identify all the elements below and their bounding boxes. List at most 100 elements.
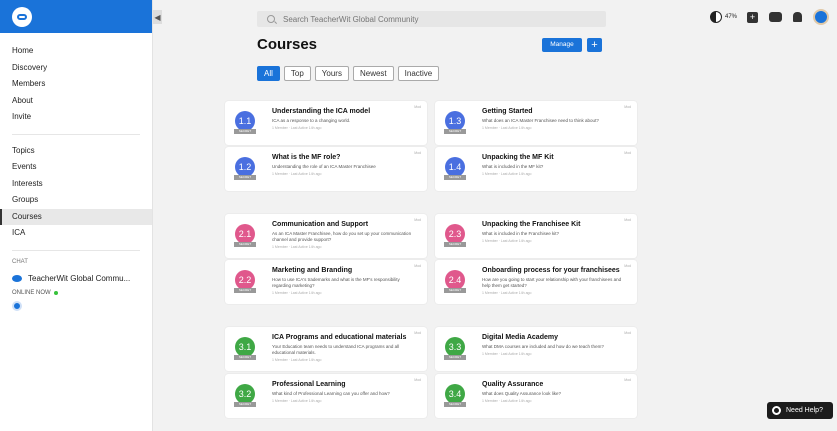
need-help-label: Need Help?: [786, 407, 823, 414]
secret-label: SECRET: [444, 242, 466, 247]
course-card[interactable]: 3.2 SECRET Mod Professional Learning What ki…: [225, 374, 427, 418]
chat-item-label: TeacherWit Global Commu...: [28, 273, 131, 283]
course-card[interactable]: 2.4 SECRET Mod Onboarding process for your …: [435, 260, 637, 304]
course-title[interactable]: Getting Started: [482, 108, 627, 115]
filter-yours[interactable]: Yours: [314, 66, 349, 81]
contrast-percent: 47%: [724, 14, 737, 20]
course-title[interactable]: What is the MF role?: [272, 154, 417, 161]
course-description: ICA as a response to a changing world.: [272, 118, 351, 123]
filter-top[interactable]: Top: [283, 66, 311, 81]
course-description: How to use ICA's trademarks and what is …: [272, 277, 400, 288]
course-meta: 1 Member · Last Active 14h ago: [482, 239, 532, 243]
secret-label: SECRET: [234, 242, 256, 247]
course-title[interactable]: Quality Assurance: [482, 381, 627, 388]
sidebar-item-invite[interactable]: Invite: [0, 109, 152, 126]
divider: [12, 249, 140, 251]
sidebar-item-home[interactable]: Home: [0, 43, 152, 60]
course-card[interactable]: 1.2 SECRET Mod What is the MF role? Understa…: [225, 147, 427, 191]
course-title[interactable]: Unpacking the MF Kit: [482, 154, 627, 161]
course-description: What does Quality Assurance look like?: [482, 391, 562, 396]
need-help-button[interactable]: Need Help?: [767, 402, 833, 419]
chat-item[interactable]: TeacherWit Global Commu...: [0, 274, 152, 283]
community-logo-icon[interactable]: [12, 6, 32, 27]
sidebar-nav-secondary: Topics Events Interests Groups Courses ICA: [0, 143, 152, 242]
course-card[interactable]: 1.3 SECRET Mod Getting Started What does an …: [435, 101, 637, 145]
search-input[interactable]: [283, 14, 583, 24]
collapse-sidebar-button[interactable]: ◀: [153, 10, 162, 24]
search-icon: [267, 15, 275, 23]
course-description: Understanding the role of an ICA Master …: [272, 164, 376, 169]
sidebar-item-about[interactable]: About: [0, 93, 152, 110]
course-number-badge: 3.1: [235, 337, 255, 357]
sidebar: Home Discovery Members About Invite Topics Ev…: [0, 0, 153, 431]
filter-newest[interactable]: Newest: [352, 66, 394, 81]
chat-heading: CHAT: [12, 258, 28, 265]
course-title[interactable]: Marketing and Branding: [272, 267, 417, 274]
course-card[interactable]: 2.3 SECRET Mod Unpacking the Franchisee Kit…: [435, 214, 637, 258]
online-now: ONLINE NOW: [0, 290, 152, 296]
messages-icon[interactable]: [769, 12, 782, 22]
secret-label: SECRET: [234, 175, 256, 180]
course-title[interactable]: Communication and Support: [272, 221, 417, 228]
course-description: Your Education team needs to understand …: [272, 344, 400, 355]
course-title[interactable]: Professional Learning: [272, 381, 417, 388]
course-description: What is included in the MF kit?: [482, 164, 544, 169]
course-card[interactable]: 3.4 SECRET Mod Quality Assurance What does Q…: [435, 374, 637, 418]
secret-label: SECRET: [234, 288, 256, 293]
course-description: What DMA courses are included and how do…: [482, 344, 604, 349]
add-icon[interactable]: +: [747, 11, 758, 23]
sidebar-item-groups[interactable]: Groups: [0, 192, 152, 209]
sidebar-item-topics[interactable]: Topics: [0, 143, 152, 160]
course-title[interactable]: Understanding the ICA model: [272, 108, 417, 115]
course-description: What does an ICA Master Franchisee need …: [482, 118, 599, 123]
course-number-badge: 3.3: [445, 337, 465, 357]
topbar-actions: 47% +: [709, 9, 829, 25]
sidebar-nav: Home Discovery Members About Invite: [0, 33, 152, 126]
course-meta: 1 Member · Last Active 14h ago: [482, 291, 532, 295]
app-root: Home Discovery Members About Invite Topics Ev…: [0, 0, 837, 431]
course-meta: 1 Member · Last Active 14h ago: [482, 172, 532, 176]
course-card[interactable]: 2.1 SECRET Mod Communication and Support As …: [225, 214, 427, 258]
lifebuoy-icon: [772, 406, 781, 415]
secret-label: SECRET: [234, 402, 256, 407]
community-chat-icon: [12, 274, 22, 282]
add-course-button[interactable]: +: [587, 38, 602, 52]
secret-label: SECRET: [234, 129, 256, 134]
search-bar[interactable]: [257, 11, 606, 27]
sidebar-item-courses[interactable]: Courses: [0, 208, 152, 225]
bell-icon[interactable]: [793, 12, 802, 22]
sidebar-item-discovery[interactable]: Discovery: [0, 60, 152, 77]
course-title[interactable]: Unpacking the Franchisee Kit: [482, 221, 627, 228]
secret-label: SECRET: [444, 288, 466, 293]
course-card[interactable]: 3.1 SECRET Mod ICA Programs and educational…: [225, 327, 427, 371]
course-card[interactable]: 1.1 SECRET Mod Understanding the ICA model I…: [225, 101, 427, 145]
sidebar-item-events[interactable]: Events: [0, 159, 152, 176]
course-number-badge: 1.1: [235, 111, 255, 131]
course-card[interactable]: 1.4 SECRET Mod Unpacking the MF Kit What is …: [435, 147, 637, 191]
course-title[interactable]: Digital Media Academy: [482, 334, 627, 341]
secret-label: SECRET: [444, 129, 466, 134]
online-user-avatar[interactable]: [12, 300, 22, 311]
course-meta: 1 Member · Last Active 14h ago: [272, 172, 322, 176]
filter-all[interactable]: All: [257, 66, 280, 81]
course-number-badge: 1.4: [445, 157, 465, 177]
user-avatar[interactable]: [813, 9, 829, 25]
contrast-icon[interactable]: [709, 11, 722, 23]
sidebar-item-ica[interactable]: ICA: [0, 225, 152, 242]
course-meta: 1 Member · Last Active 14h ago: [272, 291, 322, 295]
course-card[interactable]: 2.2 SECRET Mod Marketing and Branding How to…: [225, 260, 427, 304]
course-description: What kind of Professional Learning can y…: [272, 391, 390, 396]
sidebar-item-members[interactable]: Members: [0, 76, 152, 93]
course-title[interactable]: ICA Programs and educational materials: [272, 334, 417, 341]
course-meta: 1 Member · Last Active 14h ago: [482, 126, 532, 130]
online-now-label: ONLINE NOW: [12, 289, 51, 296]
course-number-badge: 1.2: [235, 157, 255, 177]
secret-label: SECRET: [234, 355, 256, 360]
course-title[interactable]: Onboarding process for your franchisees: [482, 267, 627, 274]
course-card[interactable]: 3.3 SECRET Mod Digital Media Academy What DM…: [435, 327, 637, 371]
manage-button[interactable]: Manage: [542, 38, 582, 52]
course-description: What is included in the Franchisee kit?: [482, 231, 560, 236]
secret-label: SECRET: [444, 402, 466, 407]
sidebar-item-interests[interactable]: Interests: [0, 176, 152, 193]
filter-inactive[interactable]: Inactive: [397, 66, 440, 81]
